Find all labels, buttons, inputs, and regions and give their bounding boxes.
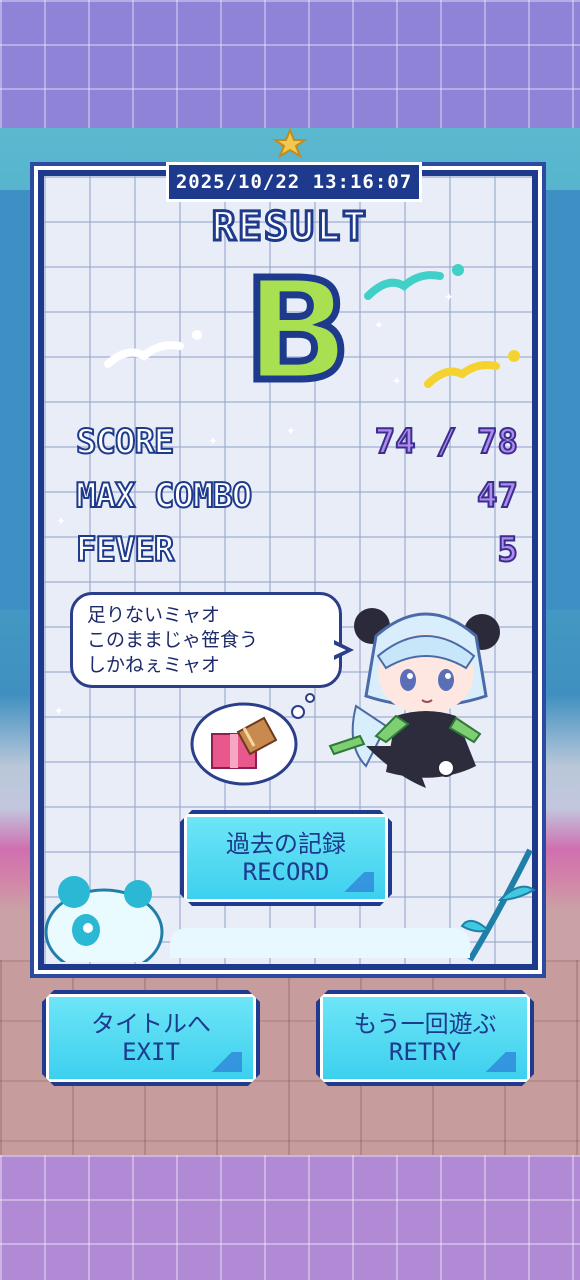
retry-button[interactable]: もう一回遊ぶ RETRY xyxy=(316,990,534,1086)
cloud-decoration xyxy=(170,928,470,958)
exit-button[interactable]: タイトルへ EXIT xyxy=(42,990,260,1086)
exit-button-jp-label: タイトルへ xyxy=(91,1010,211,1038)
character-speech-bubble: 足りないミャオ このままじゃ笹食う しかねぇミャオ xyxy=(70,592,342,688)
retry-button-jp-label: もう一回遊ぶ xyxy=(353,1010,497,1038)
fever-value: 5 xyxy=(496,529,519,571)
max-combo-value: 47 xyxy=(476,475,519,517)
dot-decoration xyxy=(452,264,464,276)
panda-face-icon xyxy=(44,876,164,962)
thought-bubble-gift-icon xyxy=(190,693,315,786)
score-value: 74 / 78 xyxy=(374,421,519,463)
button-shine xyxy=(486,1052,516,1072)
record-button-en-label: RECORD xyxy=(242,858,330,886)
sparkle-icon: ✦ xyxy=(54,700,64,719)
sparkle-icon: ✦ xyxy=(208,430,218,449)
speech-line: 足りないミャオ xyxy=(87,604,221,626)
button-shine xyxy=(344,872,374,892)
speech-line: しかねぇミャオ xyxy=(87,654,221,676)
background-grid-bottom xyxy=(0,1155,580,1280)
result-grade: B xyxy=(241,250,355,413)
record-button[interactable]: 過去の記録 RECORD xyxy=(180,810,392,906)
speech-line: このままじゃ笹食う xyxy=(87,629,259,651)
score-label: SCORE xyxy=(75,421,175,463)
background-window-left xyxy=(0,190,40,610)
sparkle-icon: ✦ xyxy=(286,420,296,439)
background-grid-top xyxy=(0,0,580,128)
bird-icon xyxy=(104,341,184,368)
fever-label: FEVER xyxy=(75,529,175,571)
sparkle-icon: ✦ xyxy=(392,370,402,389)
dot-decoration xyxy=(508,350,520,362)
background-window-right xyxy=(538,190,580,610)
dot-decoration xyxy=(192,330,202,340)
bamboo-leaf-icon xyxy=(460,848,536,962)
sparkle-icon: ✦ xyxy=(444,286,454,305)
record-button-jp-label: 過去の記録 xyxy=(226,830,346,858)
panda-girl-character xyxy=(328,608,500,788)
bird-icon xyxy=(364,271,444,300)
retry-button-en-label: RETRY xyxy=(388,1038,462,1066)
sparkle-icon: ✦ xyxy=(374,314,384,333)
bird-icon xyxy=(424,361,500,388)
max-combo-label: MAX COMBO xyxy=(75,475,253,517)
star-ornament-icon xyxy=(272,128,308,158)
sparkle-icon: ✦ xyxy=(56,510,66,529)
exit-button-en-label: EXIT xyxy=(122,1038,180,1066)
result-screen: 2025/10/22 13:16:07 RESULT B ✦ ✦ ✦ ✦ ✦ ✦… xyxy=(0,0,580,1280)
result-title: RESULT xyxy=(210,203,369,252)
play-datetime: 2025/10/22 13:16:07 xyxy=(166,162,422,202)
button-shine xyxy=(212,1052,242,1072)
